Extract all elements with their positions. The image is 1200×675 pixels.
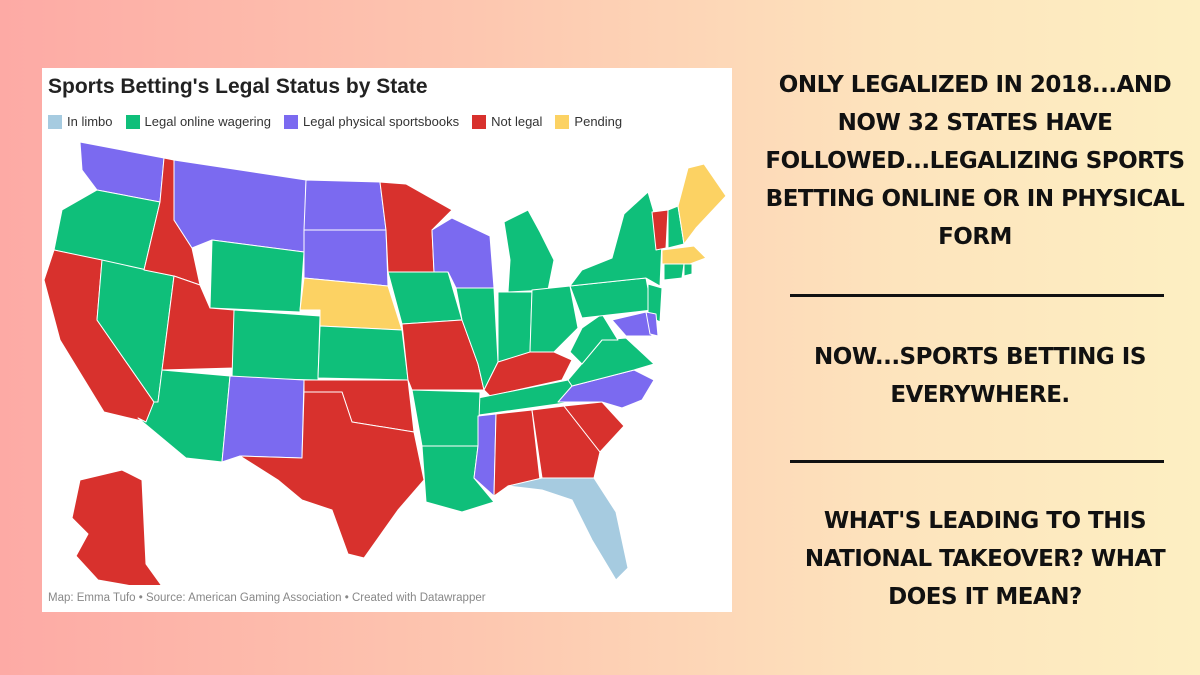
middle-caption: NOW...SPORTS BETTING IS EVERYWHERE.: [814, 344, 1146, 408]
legend-item-in-limbo: In limbo: [48, 114, 113, 129]
legend-label: Not legal: [491, 114, 543, 129]
question-caption: WHAT'S LEADING TO THIS NATIONAL TAKEOVER…: [804, 508, 1166, 610]
state-north-dakota: [303, 179, 387, 231]
state-iowa: [387, 271, 463, 325]
legend-label: In limbo: [67, 114, 113, 129]
state-new-mexico: [221, 375, 305, 463]
state-maine: [677, 163, 727, 245]
state-connecticut: [663, 263, 685, 281]
legend-swatch: [48, 114, 62, 129]
legend-item-pending: Pending: [555, 114, 622, 129]
legend-item-legal-physical: Legal physical sportsbooks: [284, 114, 459, 129]
state-arkansas: [411, 389, 481, 447]
map-legend: In limbo Legal online wagering Legal phy…: [48, 114, 635, 129]
map-title: Sports Betting's Legal Status by State: [48, 75, 428, 98]
state-south-dakota: [303, 229, 389, 287]
legend-swatch: [555, 114, 570, 129]
state-massachusetts: [661, 245, 707, 265]
state-florida: [507, 477, 629, 581]
state-rhode-island: [683, 263, 693, 277]
state-wyoming: [209, 239, 305, 313]
state-maryland: [611, 311, 653, 337]
legend-item-legal-online: Legal online wagering: [125, 114, 272, 129]
legend-swatch: [125, 114, 140, 129]
legend-swatch: [472, 114, 487, 129]
state-alaska: [71, 469, 162, 585]
divider-line: [790, 460, 1164, 463]
state-montana: [173, 159, 307, 253]
state-colorado: [231, 309, 321, 381]
map-footnote: Map: Emma Tufo • Source: American Gaming…: [48, 592, 486, 604]
legend-label: Legal physical sportsbooks: [303, 114, 460, 129]
headline-caption: ONLY LEGALIZED IN 2018...AND NOW 32 STAT…: [765, 72, 1185, 250]
map-card: Sports Betting's Legal Status by State I…: [42, 68, 732, 612]
divider-line: [790, 294, 1164, 297]
legend-label: Legal online wagering: [144, 114, 272, 129]
state-ohio: [529, 285, 579, 353]
state-michigan: [503, 209, 555, 293]
legend-swatch: [284, 114, 299, 129]
state-kansas: [317, 325, 409, 381]
legend-item-not-legal: Not legal: [472, 114, 542, 129]
us-states-map: [43, 141, 727, 585]
state-indiana: [497, 291, 533, 363]
state-new-york: [569, 191, 663, 287]
legend-label: Pending: [574, 114, 623, 129]
